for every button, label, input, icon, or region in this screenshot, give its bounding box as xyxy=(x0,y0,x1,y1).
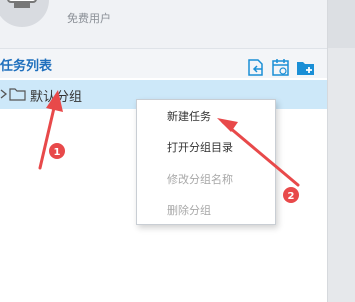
user-type-label: 免费用户 xyxy=(67,12,111,25)
expand-arrow-icon[interactable] xyxy=(0,89,8,99)
menu-item-open-group-folder[interactable]: 打开分组目录 xyxy=(167,139,233,155)
menu-item-rename-group: 修改分组名称 xyxy=(167,173,233,186)
new-group-icon[interactable] xyxy=(296,58,316,77)
right-strip-top xyxy=(328,0,355,48)
menu-item-new-task[interactable]: 新建任务 xyxy=(167,108,211,124)
import-task-icon[interactable] xyxy=(246,58,266,77)
schedule-task-icon[interactable] xyxy=(271,58,291,77)
group-label: 默认分组 xyxy=(30,90,83,105)
context-menu: 新建任务 打开分组目录 修改分组名称 删除分组 xyxy=(136,99,276,225)
divider xyxy=(0,48,327,49)
right-scroll-strip[interactable] xyxy=(327,0,355,302)
menu-item-delete-group: 删除分组 xyxy=(167,204,211,217)
user-header: 免费用户 xyxy=(0,0,327,48)
folder-icon xyxy=(9,88,26,101)
avatar[interactable] xyxy=(0,0,50,30)
task-list-title: 任务列表 xyxy=(0,59,53,74)
task-toolbar xyxy=(246,58,316,77)
